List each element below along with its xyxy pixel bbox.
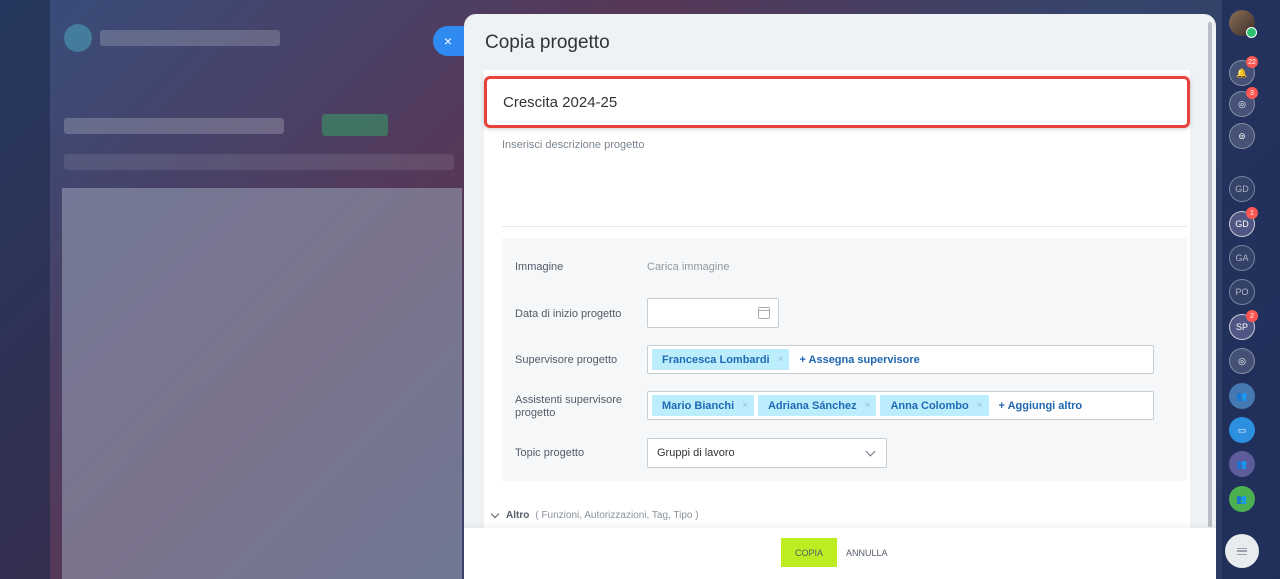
- tag-name: Anna Colombo: [890, 399, 969, 412]
- slider-title: Copia progetto: [485, 32, 610, 53]
- menu-icon: [1237, 547, 1247, 555]
- start-date-input[interactable]: [647, 298, 779, 328]
- calendar-icon[interactable]: [758, 307, 770, 319]
- assistants-label: Assistenti supervisore progetto: [515, 394, 622, 419]
- scrollbar[interactable]: [1208, 22, 1212, 527]
- project-card: Crescita 2024-25 Inserisci descrizione p…: [484, 70, 1190, 540]
- avatar-initials: SP: [1235, 322, 1248, 332]
- upload-image-link[interactable]: Carica immagine: [647, 261, 730, 273]
- target-icon: ◎: [1238, 355, 1246, 366]
- avatar-badge: 2: [1246, 310, 1258, 322]
- supervisor-tag: Francesca Lombardi ×: [652, 349, 790, 370]
- rail-avatar[interactable]: GA: [1229, 245, 1255, 271]
- assistant-tag: Adriana Sánchez ×: [757, 395, 877, 416]
- group-icon: 👥: [1236, 493, 1248, 504]
- project-name-value: Crescita 2024-25: [503, 93, 618, 111]
- assistants-selector[interactable]: Mario Bianchi × Adriana Sánchez × Anna C…: [647, 391, 1154, 420]
- activity-button[interactable]: ◎ 3: [1229, 87, 1258, 117]
- rail-avatar[interactable]: GD: [1229, 176, 1255, 202]
- divider: [502, 226, 1187, 227]
- avatar-initials: GD: [1235, 184, 1249, 194]
- avatar-initials: PO: [1235, 287, 1249, 297]
- project-settings-form: Immagine Carica immagine Data di inizio …: [502, 238, 1187, 481]
- group-icon: 👥: [1236, 390, 1248, 401]
- description-input[interactable]: Inserisci descrizione progetto: [502, 139, 644, 151]
- topic-label: Topic progetto: [515, 447, 585, 459]
- topic-value: Gruppi di lavoro: [657, 447, 735, 459]
- activity-badge: 3: [1246, 87, 1258, 99]
- assign-supervisor-link[interactable]: + Assegna supervisore: [799, 354, 919, 366]
- remove-tag-icon[interactable]: ×: [865, 400, 871, 411]
- project-name-field[interactable]: Crescita 2024-25: [484, 76, 1190, 128]
- topic-select[interactable]: Gruppi di lavoro: [647, 438, 887, 468]
- rail-avatar[interactable]: PO: [1229, 279, 1255, 305]
- rail-avatar[interactable]: SP 2: [1229, 310, 1258, 340]
- group-icon: 👥: [1236, 458, 1248, 469]
- rail-target-button[interactable]: ◎: [1229, 348, 1255, 374]
- notifications-badge: 22: [1246, 56, 1258, 68]
- copy-button[interactable]: COPIA: [781, 538, 837, 567]
- tag-name: Francesca Lombardi: [662, 353, 770, 366]
- close-slider-button[interactable]: ×: [433, 26, 467, 56]
- user-avatar[interactable]: [1229, 10, 1257, 38]
- online-status-icon: [1246, 27, 1257, 38]
- rail-menu-button[interactable]: [1225, 534, 1259, 568]
- target-icon: ◎: [1238, 98, 1246, 109]
- remove-tag-icon[interactable]: ×: [742, 400, 748, 411]
- supervisor-label: Supervisore progetto: [515, 354, 618, 366]
- rail-avatar[interactable]: GD 1: [1229, 207, 1258, 237]
- chevron-down-icon: [865, 446, 876, 457]
- image-label: Immagine: [515, 261, 564, 273]
- tag-name: Adriana Sánchez: [767, 399, 857, 412]
- chevron-down-icon: [490, 509, 500, 519]
- rail-group-button[interactable]: 👥: [1229, 486, 1255, 512]
- search-chat-button[interactable]: ⊜: [1229, 123, 1255, 149]
- more-sublabel: ( Funzioni, Autorizzazioni, Tag, Tipo ): [535, 510, 699, 521]
- assistant-tag: Mario Bianchi ×: [652, 395, 754, 416]
- remove-tag-icon[interactable]: ×: [977, 400, 983, 411]
- notifications-button[interactable]: 🔔 22: [1229, 56, 1258, 86]
- add-assistant-link[interactable]: + Aggiungi altro: [999, 400, 1083, 412]
- avatar-badge: 1: [1246, 207, 1258, 219]
- avatar-initials: GD: [1235, 219, 1249, 229]
- chat-search-icon: ⊜: [1238, 130, 1246, 141]
- slider-footer: COPIA ANNULLA: [464, 528, 1216, 579]
- more-options-toggle[interactable]: Altro ( Funzioni, Autorizzazioni, Tag, T…: [490, 509, 699, 521]
- remove-tag-icon[interactable]: ×: [778, 354, 784, 365]
- assistant-tag: Anna Colombo ×: [880, 395, 989, 416]
- more-label: Altro: [506, 510, 530, 521]
- bell-icon: 🔔: [1236, 67, 1248, 78]
- rail-chat-button[interactable]: ▭: [1229, 417, 1255, 443]
- start-date-label: Data di inizio progetto: [515, 308, 622, 320]
- close-icon: ×: [443, 33, 453, 49]
- avatar-initials: GA: [1235, 253, 1249, 263]
- rail-group-button[interactable]: 👥: [1229, 383, 1255, 409]
- cancel-button[interactable]: ANNULLA: [846, 538, 888, 567]
- tag-name: Mario Bianchi: [662, 399, 735, 412]
- rail-group-button[interactable]: 👥: [1229, 451, 1255, 477]
- chat-icon: ▭: [1237, 424, 1247, 435]
- supervisor-selector[interactable]: Francesca Lombardi × + Assegna superviso…: [647, 345, 1154, 374]
- copy-project-slider: Copia progetto Crescita 2024-25 Inserisc…: [464, 14, 1216, 579]
